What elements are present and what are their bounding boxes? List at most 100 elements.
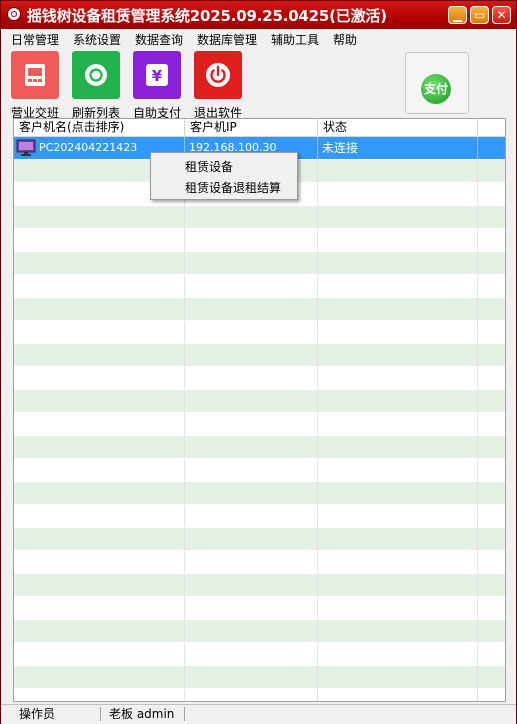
empty-row bbox=[14, 620, 505, 643]
empty-cell bbox=[14, 436, 185, 458]
empty-cell bbox=[318, 413, 478, 435]
empty-row bbox=[14, 206, 505, 229]
list-header: 客户机名(点击排序) 客户机IP 状态 bbox=[14, 119, 505, 137]
empty-cell bbox=[185, 574, 318, 596]
empty-cell bbox=[14, 459, 185, 481]
context-item-rent-device[interactable]: 租赁设备 bbox=[185, 158, 233, 175]
empty-cell bbox=[185, 252, 318, 274]
empty-cell bbox=[185, 689, 318, 701]
empty-cell bbox=[318, 505, 478, 527]
exit-software-button[interactable]: 退出软件 bbox=[189, 51, 249, 120]
empty-cell bbox=[318, 528, 478, 550]
menu-database-management[interactable]: 数据库管理 bbox=[197, 31, 257, 48]
empty-cell bbox=[185, 459, 318, 481]
empty-cell bbox=[185, 666, 318, 688]
close-icon: ✕ bbox=[496, 8, 507, 22]
menu-help[interactable]: 帮助 bbox=[333, 31, 357, 48]
self-payment-button[interactable]: ¥ 自助支付 bbox=[128, 51, 188, 120]
list-rows: PC202404221423 192.168.100.30 未连接 bbox=[14, 137, 505, 701]
empty-cell bbox=[318, 620, 478, 642]
toolbar: 营业交班 刷新列表 ¥ 自助支付 退出软件 支付 bbox=[1, 48, 516, 120]
maximize-button[interactable]: ▭ bbox=[470, 6, 489, 24]
empty-cell bbox=[185, 505, 318, 527]
close-button[interactable]: ✕ bbox=[492, 6, 511, 24]
menu-system-settings[interactable]: 系统设置 bbox=[73, 31, 121, 48]
title-bar[interactable]: 摇钱树设备租赁管理系统2025.09.25.0425(已激活) ▁ ▭ ✕ bbox=[1, 1, 516, 29]
empty-cell bbox=[185, 321, 318, 343]
empty-cell bbox=[14, 344, 185, 366]
empty-cell bbox=[14, 482, 185, 504]
empty-cell bbox=[318, 298, 478, 320]
empty-cell bbox=[14, 229, 185, 251]
window-title: 摇钱树设备租赁管理系统2025.09.25.0425(已激活) bbox=[27, 7, 387, 25]
empty-row bbox=[14, 574, 505, 597]
empty-cell bbox=[14, 390, 185, 412]
client-status-cell: 未连接 bbox=[318, 137, 478, 159]
empty-cell bbox=[185, 551, 318, 573]
empty-row bbox=[14, 390, 505, 413]
empty-row bbox=[14, 505, 505, 528]
empty-row bbox=[14, 275, 505, 298]
empty-row bbox=[14, 643, 505, 666]
empty-cell bbox=[14, 551, 185, 573]
empty-cell bbox=[318, 597, 478, 619]
empty-cell bbox=[318, 183, 478, 205]
pay-button[interactable]: 支付 bbox=[405, 52, 469, 114]
computer-icon bbox=[16, 139, 36, 157]
column-header-status[interactable]: 状态 bbox=[318, 119, 478, 136]
empty-cell bbox=[185, 620, 318, 642]
status-role: 操作员 bbox=[19, 707, 56, 721]
empty-cell bbox=[318, 643, 478, 665]
empty-cell bbox=[14, 643, 185, 665]
empty-row bbox=[14, 229, 505, 252]
empty-cell bbox=[318, 689, 478, 701]
empty-cell bbox=[318, 252, 478, 274]
empty-cell bbox=[185, 390, 318, 412]
empty-row bbox=[14, 597, 505, 620]
empty-row bbox=[14, 321, 505, 344]
maximize-icon: ▭ bbox=[473, 8, 486, 22]
power-icon bbox=[194, 51, 242, 99]
svg-text:¥: ¥ bbox=[152, 67, 163, 85]
empty-cell bbox=[318, 482, 478, 504]
empty-cell bbox=[185, 298, 318, 320]
empty-cell bbox=[14, 597, 185, 619]
empty-cell bbox=[185, 206, 318, 228]
empty-cell bbox=[318, 551, 478, 573]
empty-cell bbox=[185, 275, 318, 297]
empty-cell bbox=[185, 229, 318, 251]
shift-handover-icon bbox=[11, 51, 59, 99]
empty-cell bbox=[318, 229, 478, 251]
empty-cell bbox=[14, 574, 185, 596]
context-menu: 租赁设备 租赁设备退租结算 bbox=[150, 152, 298, 200]
empty-cell bbox=[185, 528, 318, 550]
column-header-client-name[interactable]: 客户机名(点击排序) bbox=[14, 119, 185, 136]
empty-row bbox=[14, 413, 505, 436]
client-list[interactable]: 客户机名(点击排序) 客户机IP 状态 PC202404221423 192.1… bbox=[13, 118, 506, 702]
empty-cell bbox=[185, 413, 318, 435]
minimize-icon: ▁ bbox=[452, 8, 463, 22]
empty-cell bbox=[185, 643, 318, 665]
empty-cell bbox=[318, 436, 478, 458]
status-bar: 操作员 老板 admin bbox=[1, 704, 516, 724]
menu-daily-management[interactable]: 日常管理 bbox=[11, 31, 59, 48]
empty-cell bbox=[14, 528, 185, 550]
empty-cell bbox=[318, 390, 478, 412]
context-item-return-settlement[interactable]: 租赁设备退租结算 bbox=[185, 179, 281, 196]
empty-cell bbox=[318, 367, 478, 389]
empty-row bbox=[14, 666, 505, 689]
minimize-button[interactable]: ▁ bbox=[448, 6, 467, 24]
refresh-icon bbox=[72, 51, 120, 99]
column-header-client-ip[interactable]: 客户机IP bbox=[185, 119, 318, 136]
shift-handover-button[interactable]: 营业交班 bbox=[6, 51, 66, 120]
app-logo-icon bbox=[7, 7, 21, 21]
empty-row bbox=[14, 367, 505, 390]
empty-cell bbox=[14, 505, 185, 527]
empty-cell bbox=[185, 436, 318, 458]
empty-cell bbox=[318, 574, 478, 596]
refresh-list-button[interactable]: 刷新列表 bbox=[67, 51, 127, 120]
menu-tools[interactable]: 辅助工具 bbox=[271, 31, 319, 48]
menu-data-query[interactable]: 数据查询 bbox=[135, 31, 183, 48]
empty-cell bbox=[14, 252, 185, 274]
empty-cell bbox=[14, 689, 185, 701]
